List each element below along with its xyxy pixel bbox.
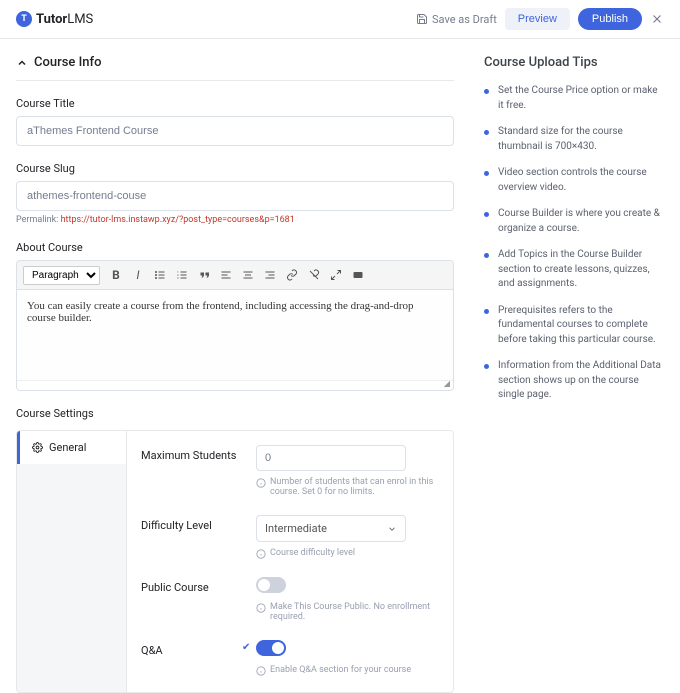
info-icon [256, 549, 266, 559]
course-title-input[interactable] [16, 116, 454, 146]
permalink: Permalink: https://tutor-lms.instawp.xyz… [16, 215, 454, 225]
course-slug-label: Course Slug [16, 162, 454, 175]
settings-tab-general-label: General [49, 441, 86, 454]
max-students-help: Number of students that can enrol in thi… [256, 477, 439, 497]
brand-icon: T [16, 11, 32, 27]
tip-item: Video section controls the course overvi… [484, 166, 664, 195]
align-center-button[interactable] [238, 265, 258, 285]
course-slug-input[interactable] [16, 181, 454, 211]
public-course-toggle[interactable] [256, 577, 286, 593]
public-course-label: Public Course [141, 577, 256, 622]
tip-item: Prerequisites refers to the fundamental … [484, 304, 664, 348]
list-ul-icon [154, 269, 166, 281]
qa-help: Enable Q&A section for your course [256, 665, 439, 676]
align-right-icon [264, 269, 276, 281]
publish-button[interactable]: Publish [578, 8, 642, 30]
quote-icon [198, 269, 210, 281]
info-icon [256, 666, 266, 676]
settings-title: Course Settings [16, 407, 454, 420]
topbar-actions: Save as Draft Preview Publish [416, 8, 664, 30]
qa-label: Q&A [141, 640, 256, 676]
expand-icon [330, 269, 342, 281]
public-course-help: Make This Course Public. No enrollment r… [256, 602, 439, 622]
bulleted-list-button[interactable] [150, 265, 170, 285]
bold-button[interactable]: B [106, 265, 126, 285]
editor-toolbar: Paragraph B I 123 [17, 261, 453, 290]
difficulty-select[interactable]: Intermediate [256, 515, 406, 542]
align-center-icon [242, 269, 254, 281]
section-toggle[interactable]: Course Info [16, 55, 454, 81]
settings-content: Maximum Students Number of students that… [127, 431, 453, 692]
save-draft-label: Save as Draft [432, 13, 497, 26]
shortcode-icon [352, 269, 364, 281]
shortcode-button[interactable] [348, 265, 368, 285]
settings-tab-general[interactable]: General [17, 431, 126, 464]
fullscreen-button[interactable] [326, 265, 346, 285]
info-icon [256, 478, 266, 488]
chevron-down-icon [387, 524, 397, 534]
numbered-list-button[interactable]: 123 [172, 265, 192, 285]
list-ol-icon: 123 [176, 269, 188, 281]
difficulty-label: Difficulty Level [141, 515, 256, 559]
editor-body[interactable]: You can easily create a course from the … [17, 290, 453, 380]
max-students-input[interactable] [256, 445, 406, 471]
tips-sidebar: Course Upload Tips Set the Course Price … [484, 55, 664, 693]
link-icon [286, 269, 298, 281]
settings-body: General Maximum Students Number of stude… [16, 430, 454, 693]
chevron-up-icon [16, 57, 28, 69]
tips-title: Course Upload Tips [484, 55, 664, 70]
difficulty-help: Course difficulty level [256, 548, 439, 559]
section-title: Course Info [34, 55, 101, 70]
unlink-button[interactable] [304, 265, 324, 285]
tip-item: Standard size for the course thumbnail i… [484, 125, 664, 154]
align-right-button[interactable] [260, 265, 280, 285]
permalink-link[interactable]: https://tutor-lms.instawp.xyz/?post_type… [61, 215, 295, 225]
difficulty-value: Intermediate [265, 522, 327, 535]
rich-editor: Paragraph B I 123 You can easily create … [16, 260, 454, 391]
brand: T TutorLMS [16, 11, 93, 27]
course-title-label: Course Title [16, 97, 454, 110]
settings-nav: General [17, 431, 127, 692]
tip-item: Course Builder is where you create & org… [484, 207, 664, 236]
blockquote-button[interactable] [194, 265, 214, 285]
qa-toggle[interactable] [256, 640, 286, 656]
save-icon [416, 13, 428, 25]
align-left-button[interactable] [216, 265, 236, 285]
preview-button[interactable]: Preview [505, 8, 570, 30]
permalink-label: Permalink: [16, 215, 58, 225]
tip-item: Set the Course Price option or make it f… [484, 84, 664, 113]
svg-text:3: 3 [177, 276, 179, 280]
max-students-label: Maximum Students [141, 445, 256, 497]
format-select[interactable]: Paragraph [23, 266, 100, 285]
italic-button[interactable]: I [128, 265, 148, 285]
tips-list: Set the Course Price option or make it f… [484, 84, 664, 403]
close-icon[interactable] [650, 12, 664, 26]
info-icon [256, 603, 266, 613]
top-bar: T TutorLMS Save as Draft Preview Publish [0, 0, 680, 39]
unlink-icon [308, 269, 320, 281]
editor-resize-handle[interactable] [17, 380, 453, 390]
check-icon: ✔ [242, 642, 250, 653]
link-button[interactable] [282, 265, 302, 285]
tip-item: Add Topics in the Course Builder section… [484, 248, 664, 292]
save-draft-button[interactable]: Save as Draft [416, 13, 497, 26]
align-left-icon [220, 269, 232, 281]
gear-icon [32, 442, 43, 453]
about-label: About Course [16, 241, 454, 254]
tip-item: Information from the Additional Data sec… [484, 359, 664, 403]
brand-text: TutorLMS [36, 12, 93, 27]
main-form: Course Info Course Title Course Slug Per… [16, 55, 454, 693]
